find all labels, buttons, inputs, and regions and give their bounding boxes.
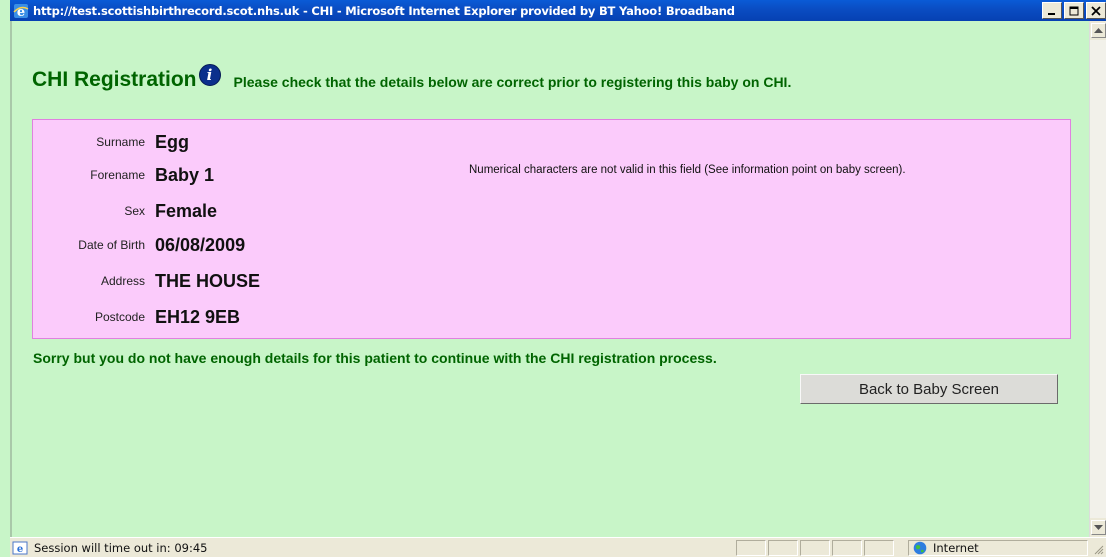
page-heading: CHI Registration i Please check that the…	[32, 64, 791, 92]
chevron-up-icon	[1094, 27, 1103, 33]
status-panel	[736, 540, 766, 556]
maximize-icon	[1069, 6, 1079, 15]
detail-label: Date of Birth	[78, 238, 145, 252]
svg-text:e: e	[17, 544, 23, 555]
detail-value: THE HOUSE	[155, 270, 261, 291]
info-icon[interactable]: i	[198, 64, 221, 86]
vertical-scrollbar[interactable]	[1089, 21, 1106, 537]
security-zone-label: Internet	[933, 541, 979, 555]
status-panel	[800, 540, 830, 556]
globe-icon	[913, 541, 927, 555]
page-title: CHI Registration	[32, 68, 197, 91]
detail-label: Forename	[90, 168, 145, 182]
resize-grip-icon[interactable]	[1092, 543, 1104, 555]
detail-row-sex: Sex Female	[33, 196, 217, 226]
forename-validation-note: Numerical characters are not valid in th…	[469, 164, 906, 176]
detail-value: 06/08/2009	[155, 234, 246, 255]
detail-value: Female	[155, 200, 218, 221]
security-zone: Internet	[908, 540, 1088, 556]
status-panels	[736, 540, 894, 556]
detail-label: Address	[100, 274, 145, 288]
detail-value: Baby 1	[155, 164, 215, 185]
browser-window: e http://test.scottishbirthrecord.scot.n…	[0, 0, 1106, 557]
detail-row-forename: Forename Baby 1	[33, 160, 214, 190]
back-to-baby-screen-button[interactable]: Back to Baby Screen	[800, 374, 1058, 404]
internet-explorer-icon: e	[13, 3, 29, 20]
status-panel	[864, 540, 894, 556]
window-controls	[1042, 2, 1106, 19]
minimize-icon	[1048, 12, 1055, 15]
title-bar[interactable]: e http://test.scottishbirthrecord.scot.n…	[10, 0, 1106, 21]
detail-value: EH12 9EB	[155, 306, 241, 327]
maximize-button[interactable]	[1064, 2, 1084, 19]
detail-row-address: Address THE HOUSE	[33, 266, 260, 296]
status-panel	[832, 540, 862, 556]
scroll-up-button[interactable]	[1091, 23, 1106, 38]
detail-label: Surname	[96, 135, 145, 149]
instruction-text: Please check that the details below are …	[233, 74, 792, 90]
detail-row-date-of-birth: Date of Birth 06/08/2009	[33, 230, 245, 260]
status-panel	[768, 540, 798, 556]
detail-row-surname: Surname Egg	[33, 127, 189, 157]
page-icon: e	[12, 541, 28, 555]
detail-row-postcode: Postcode EH12 9EB	[33, 302, 240, 332]
status-bar: e Session will time out in: 09:45 Intern…	[10, 537, 1106, 557]
close-button[interactable]	[1086, 2, 1106, 19]
window-title: http://test.scottishbirthrecord.scot.nhs…	[33, 3, 735, 18]
close-icon	[1091, 5, 1101, 16]
chevron-down-icon	[1094, 524, 1103, 530]
patient-details-panel: Surname Egg Forename Baby 1 Numerical ch…	[32, 119, 1071, 339]
detail-value: Egg	[155, 131, 189, 152]
detail-label: Sex	[124, 204, 145, 218]
session-timeout-text: Session will time out in: 09:45	[34, 540, 208, 555]
minimize-button[interactable]	[1042, 2, 1062, 19]
error-message: Sorry but you do not have enough details…	[33, 350, 717, 366]
detail-label: Postcode	[94, 310, 145, 324]
scroll-down-button[interactable]	[1091, 520, 1106, 535]
scrollbar-track[interactable]	[1090, 40, 1106, 518]
